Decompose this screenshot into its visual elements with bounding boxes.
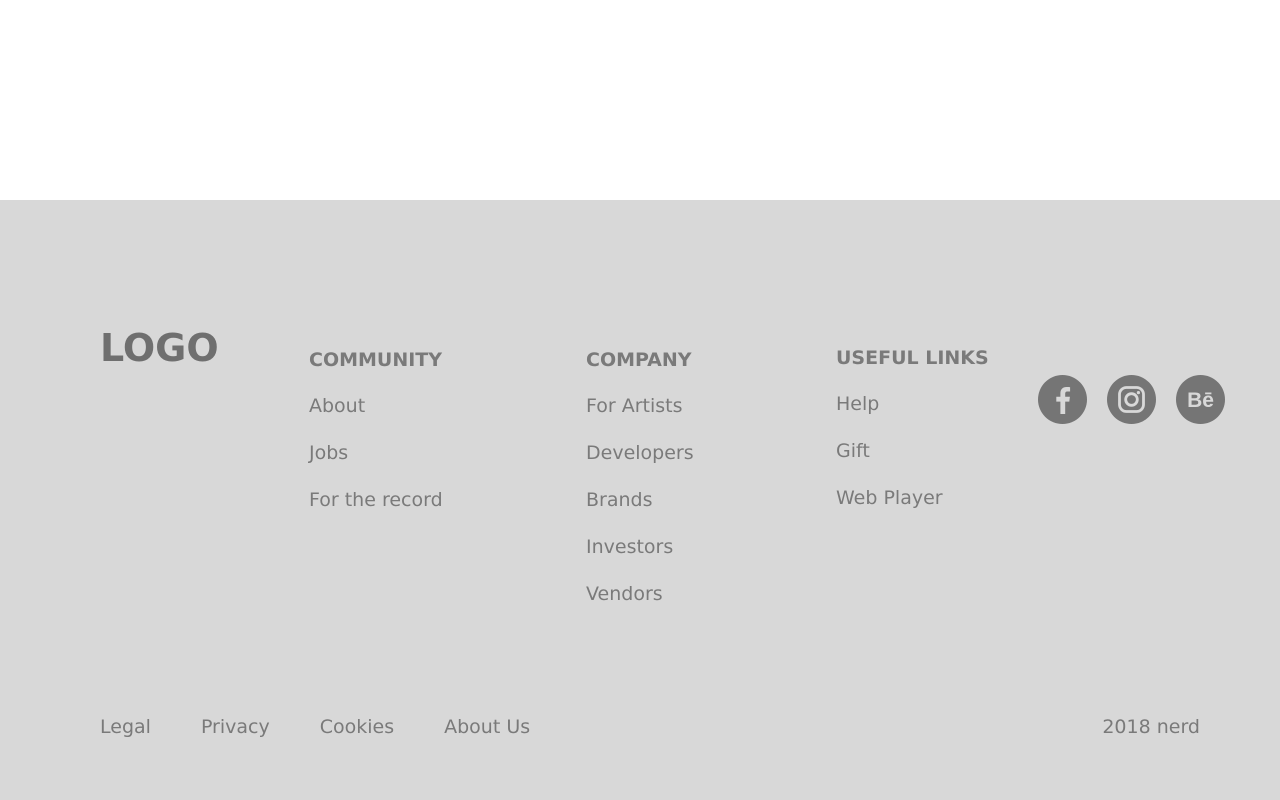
list-item: Help: [836, 392, 989, 439]
list-item: About: [309, 394, 443, 441]
link-investors[interactable]: Investors: [586, 536, 673, 558]
column-heading-company: COMPANY: [586, 349, 692, 371]
column-heading-useful-links: USEFUL LINKS: [836, 347, 989, 369]
link-about[interactable]: About: [309, 395, 365, 417]
list-item: Jobs: [309, 441, 443, 488]
bottom-nav: Legal Privacy Cookies About Us: [100, 715, 580, 739]
list-item: Investors: [586, 535, 694, 582]
link-developers[interactable]: Developers: [586, 442, 694, 464]
link-legal[interactable]: Legal: [100, 715, 151, 739]
link-help[interactable]: Help: [836, 393, 879, 415]
instagram-button[interactable]: [1107, 375, 1156, 424]
list-item: Web Player: [836, 486, 989, 533]
link-vendors[interactable]: Vendors: [586, 583, 663, 605]
list-item: Developers: [586, 441, 694, 488]
content-area: [0, 0, 1280, 200]
link-about-us[interactable]: About Us: [444, 715, 530, 739]
link-for-artists[interactable]: For Artists: [586, 395, 683, 417]
footer-column-company: COMPANY For Artists Developers Brands In…: [586, 348, 694, 629]
footer-column-community: COMMUNITY About Jobs For the record: [309, 348, 443, 535]
facebook-icon: [1056, 387, 1071, 414]
link-for-the-record[interactable]: For the record: [309, 489, 443, 511]
list-item: Vendors: [586, 582, 694, 629]
facebook-button[interactable]: [1038, 375, 1087, 424]
social-links: Bē: [1038, 375, 1225, 424]
link-brands[interactable]: Brands: [586, 489, 653, 511]
behance-button[interactable]: Bē: [1176, 375, 1225, 424]
link-gift[interactable]: Gift: [836, 440, 870, 462]
column-heading-community: COMMUNITY: [309, 349, 443, 371]
link-list-useful-links: Help Gift Web Player: [836, 392, 989, 533]
link-web-player[interactable]: Web Player: [836, 487, 943, 509]
list-item: Gift: [836, 439, 989, 486]
link-cookies[interactable]: Cookies: [320, 715, 394, 739]
logo[interactable]: LOGO: [100, 326, 219, 370]
behance-icon: Bē: [1187, 389, 1214, 412]
copyright-text: 2018 nerd: [1102, 716, 1200, 738]
link-list-community: About Jobs For the record: [309, 394, 443, 535]
footer-column-useful-links: USEFUL LINKS Help Gift Web Player: [836, 346, 989, 533]
link-list-company: For Artists Developers Brands Investors …: [586, 394, 694, 629]
list-item: For the record: [309, 488, 443, 535]
list-item: Brands: [586, 488, 694, 535]
link-jobs[interactable]: Jobs: [309, 442, 348, 464]
instagram-icon: [1118, 386, 1145, 413]
svg-text:Bē: Bē: [1187, 389, 1214, 412]
site-footer: LOGO COMMUNITY About Jobs For the record…: [0, 200, 1280, 800]
link-privacy[interactable]: Privacy: [201, 715, 270, 739]
list-item: For Artists: [586, 394, 694, 441]
